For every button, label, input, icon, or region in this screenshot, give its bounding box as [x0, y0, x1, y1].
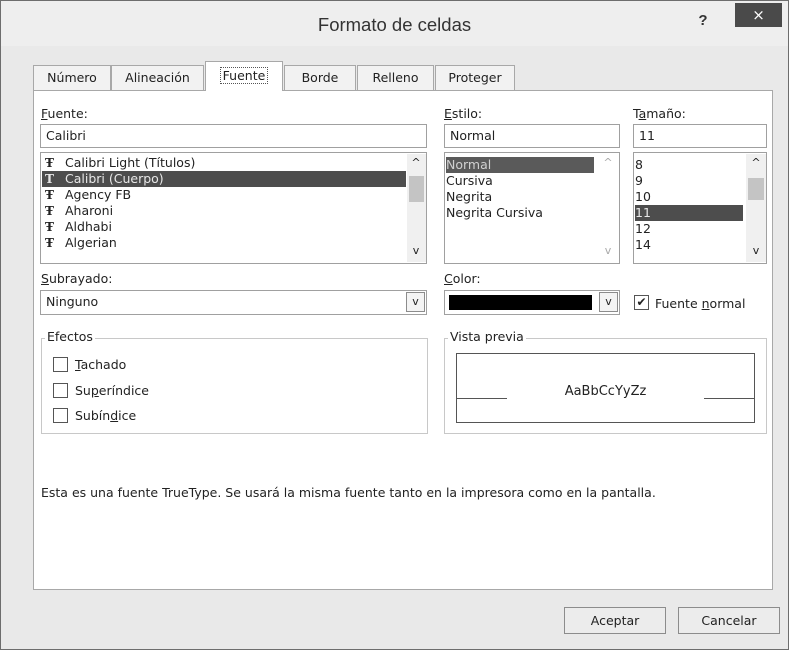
font-list-scrollbar[interactable]: ^ v	[407, 154, 426, 262]
preview-box: AaBbCcYyZz	[456, 353, 755, 423]
tab-numero[interactable]: Número	[33, 65, 111, 90]
tab-fuente[interactable]: Fuente	[205, 61, 283, 91]
truetype-icon: Ŧ	[45, 236, 54, 250]
color-dropdown-button[interactable]: v	[599, 292, 618, 312]
close-icon: ×	[752, 6, 765, 24]
truetype-icon: Ŧ	[45, 220, 54, 234]
size-input[interactable]: 11	[633, 124, 767, 148]
superscript-checkbox[interactable]	[53, 383, 68, 398]
cancel-button[interactable]: Cancelar	[678, 607, 780, 634]
normal-font-checkbox[interactable]: ✔	[634, 295, 649, 310]
normal-font-label[interactable]: Fuente normal	[655, 296, 745, 311]
style-label: Estilo:	[444, 106, 483, 121]
scroll-down-icon[interactable]: v	[749, 244, 763, 257]
list-item[interactable]: 10	[635, 189, 743, 205]
list-item[interactable]: Ŧ Agency FB	[42, 187, 406, 203]
font-list[interactable]: Ŧ Calibri Light (Títulos) T Calibri (Cuerp…	[40, 152, 427, 264]
underline-label: Subrayado:	[41, 271, 113, 286]
font-info-text: Esta es una fuente TrueType. Se usará la…	[41, 485, 656, 500]
subscript-label[interactable]: Subíndice	[75, 408, 136, 423]
list-item[interactable]: 9	[635, 173, 743, 189]
tab-alineacion[interactable]: Alineación	[111, 65, 204, 90]
style-list[interactable]: Normal Cursiva Negrita Negrita Cursiva ^…	[444, 152, 620, 264]
style-list-scrollbar[interactable]: ^ v	[598, 154, 618, 262]
ok-button[interactable]: Aceptar	[564, 607, 666, 634]
list-item[interactable]: Negrita Cursiva	[446, 205, 594, 221]
chevron-down-icon: v	[412, 295, 419, 308]
font-name-input[interactable]: Calibri	[40, 124, 427, 148]
truetype-icon: Ŧ	[45, 188, 54, 202]
check-icon: ✔	[636, 295, 647, 309]
tab-proteger[interactable]: Proteger	[435, 65, 515, 90]
list-item[interactable]: 12	[635, 221, 743, 237]
truetype-icon: Ŧ	[45, 204, 54, 218]
size-label: Tamaño:	[633, 106, 686, 121]
color-label: Color:	[444, 271, 481, 286]
underline-value: Ninguno	[46, 294, 99, 309]
title-bar[interactable]: Formato de celdas ? ×	[1, 1, 788, 46]
list-item[interactable]: Ŧ Aharoni	[42, 203, 406, 219]
list-item[interactable]: Ŧ Algerian	[42, 235, 406, 251]
close-button[interactable]: ×	[735, 3, 782, 27]
list-item-selected[interactable]: T Calibri (Cuerpo)	[42, 171, 406, 187]
scroll-down-icon[interactable]: v	[601, 244, 615, 257]
underline-select[interactable]: Ninguno	[40, 290, 427, 315]
tab-relleno[interactable]: Relleno	[357, 65, 434, 90]
size-list[interactable]: 8 9 10 11 12 14 ^ v	[633, 152, 767, 264]
strikethrough-label[interactable]: Tachado	[75, 357, 126, 372]
tab-borde[interactable]: Borde	[284, 65, 356, 90]
color-picker[interactable]	[444, 290, 620, 315]
underline-dropdown-button[interactable]: v	[406, 292, 425, 312]
superscript-label[interactable]: Superíndice	[75, 383, 149, 398]
scrollbar-thumb[interactable]	[409, 176, 424, 202]
scroll-up-icon[interactable]: ^	[409, 156, 423, 169]
preview-sample-text: AaBbCcYyZz	[564, 384, 647, 399]
list-item[interactable]: Ŧ Aldhabi	[42, 219, 406, 235]
style-input[interactable]: Normal	[444, 124, 620, 148]
list-item[interactable]: Negrita	[446, 189, 594, 205]
chevron-down-icon: v	[605, 295, 612, 308]
truetype-icon: Ŧ	[45, 156, 54, 170]
list-item-selected[interactable]: Normal	[446, 157, 594, 173]
font-label: Fuente:	[41, 106, 88, 121]
tab-fuente-label: Fuente	[219, 67, 269, 84]
list-item-selected[interactable]: 11	[635, 205, 743, 221]
truetype-icon: T	[45, 172, 54, 186]
scrollbar-thumb[interactable]	[748, 178, 764, 200]
list-item[interactable]: 14	[635, 237, 743, 253]
strikethrough-checkbox[interactable]	[53, 357, 68, 372]
list-item[interactable]: Ŧ Calibri Light (Títulos)	[42, 155, 406, 171]
scroll-up-icon[interactable]: ^	[601, 156, 615, 169]
scroll-down-icon[interactable]: v	[409, 244, 423, 257]
subscript-checkbox[interactable]	[53, 408, 68, 423]
size-list-scrollbar[interactable]: ^ v	[746, 154, 766, 262]
scroll-up-icon[interactable]: ^	[749, 156, 763, 169]
dialog-title: Formato de celdas	[317, 14, 472, 35]
effects-title: Efectos	[45, 329, 95, 344]
help-button[interactable]: ?	[689, 9, 717, 33]
list-item[interactable]: 8	[635, 157, 743, 173]
color-swatch	[449, 295, 592, 310]
format-cells-dialog: Formato de celdas ? × Número Alineación …	[0, 0, 789, 650]
preview-title: Vista previa	[448, 329, 526, 344]
list-item[interactable]: Cursiva	[446, 173, 594, 189]
